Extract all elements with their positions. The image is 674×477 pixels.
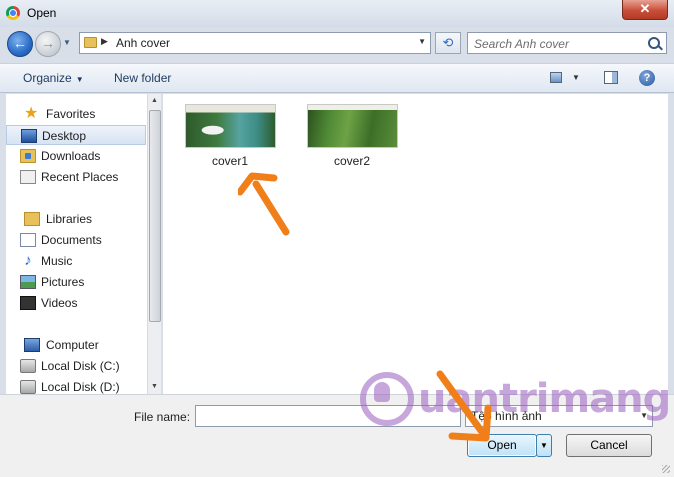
file-name-label[interactable]: cover1 bbox=[180, 154, 280, 168]
search-icon[interactable] bbox=[648, 37, 660, 49]
chrome-icon bbox=[6, 6, 20, 20]
cancel-button[interactable]: Cancel bbox=[566, 434, 652, 457]
file-thumbnail[interactable] bbox=[185, 104, 276, 148]
downloads-folder-icon bbox=[20, 149, 36, 163]
disk-icon bbox=[20, 380, 36, 394]
recent-places-icon bbox=[20, 170, 36, 184]
nav-item-documents[interactable]: Documents bbox=[6, 230, 146, 250]
close-button[interactable]: ✕ bbox=[622, 0, 668, 20]
annotation-arrow-icon bbox=[436, 370, 492, 442]
music-icon: ♪ bbox=[24, 252, 32, 269]
file-list[interactable]: cover1 cover2 bbox=[163, 94, 668, 394]
file-name-label[interactable]: cover2 bbox=[302, 154, 402, 168]
title-bar: Open ✕ bbox=[0, 0, 674, 27]
open-dialog: Open ✕ ← → ▼ ▶ Anh cover ▼ ⟲ Organize▼ N… bbox=[0, 0, 674, 477]
chevron-down-icon[interactable]: ▼ bbox=[640, 411, 648, 420]
nav-item-local-disk-c[interactable]: Local Disk (C:) bbox=[6, 356, 146, 376]
documents-icon bbox=[20, 233, 36, 247]
file-item-cover1[interactable]: cover1 bbox=[180, 104, 280, 174]
file-name-label: File name: bbox=[134, 410, 191, 424]
libraries-icon bbox=[24, 212, 40, 226]
star-icon: ★ bbox=[24, 105, 39, 122]
address-dropdown-icon[interactable]: ▼ bbox=[418, 37, 426, 46]
view-options-dropdown-icon[interactable]: ▼ bbox=[572, 73, 580, 82]
dialog-footer: File name: Tệp hình ảnh ▼ Open ▼ Cancel bbox=[0, 394, 674, 477]
forward-button[interactable]: → bbox=[35, 31, 61, 57]
search-box[interactable] bbox=[467, 32, 667, 54]
nav-item-pictures[interactable]: Pictures bbox=[6, 272, 146, 292]
scroll-up-icon[interactable]: ▲ bbox=[148, 94, 161, 108]
change-view-icon[interactable] bbox=[550, 72, 562, 83]
refresh-button[interactable]: ⟲ bbox=[435, 32, 461, 54]
disk-icon bbox=[20, 359, 36, 373]
pictures-icon bbox=[20, 275, 36, 289]
file-item-cover2[interactable]: cover2 bbox=[302, 104, 402, 174]
file-name-input[interactable] bbox=[195, 405, 461, 427]
search-input[interactable] bbox=[472, 35, 646, 53]
desktop-icon bbox=[21, 129, 37, 143]
nav-scrollbar[interactable]: ▲ ▼ bbox=[147, 94, 161, 394]
command-bar: Organize ▼ New folder ▼ ? bbox=[0, 63, 674, 93]
back-button[interactable]: ← bbox=[7, 31, 33, 57]
folder-icon bbox=[84, 37, 97, 48]
videos-icon bbox=[20, 296, 36, 310]
file-thumbnail[interactable] bbox=[307, 104, 398, 148]
nav-header-libraries[interactable]: Libraries bbox=[6, 209, 146, 229]
breadcrumb-current-folder[interactable]: Anh cover bbox=[116, 36, 170, 50]
nav-item-desktop[interactable]: Desktop bbox=[6, 125, 146, 145]
nav-item-downloads[interactable]: Downloads bbox=[6, 146, 146, 166]
nav-item-recent-places[interactable]: Recent Places bbox=[6, 167, 146, 187]
address-bar[interactable]: ▶ Anh cover ▼ bbox=[79, 32, 431, 54]
organize-label: Organize bbox=[23, 71, 72, 85]
address-row: ← → ▼ ▶ Anh cover ▼ ⟲ bbox=[0, 27, 674, 60]
annotation-arrow-icon bbox=[238, 172, 290, 236]
breadcrumb-chevron-icon[interactable]: ▶ bbox=[101, 36, 108, 47]
open-options-dropdown[interactable]: ▼ bbox=[536, 434, 552, 457]
navigation-pane[interactable]: ★ Favorites Desktop Downloads Recent Pla… bbox=[6, 94, 161, 394]
nav-item-music[interactable]: ♪ Music bbox=[6, 251, 146, 271]
recent-locations-dropdown[interactable]: ▼ bbox=[63, 38, 73, 48]
resize-grip-icon[interactable] bbox=[662, 465, 670, 473]
window-title: Open bbox=[27, 6, 57, 20]
new-folder-button[interactable]: New folder bbox=[114, 71, 171, 85]
preview-pane-icon[interactable] bbox=[604, 71, 618, 84]
scroll-thumb[interactable] bbox=[149, 110, 161, 322]
nav-header-favorites[interactable]: ★ Favorites bbox=[6, 104, 146, 124]
nav-header-computer[interactable]: Computer bbox=[6, 335, 146, 355]
help-icon[interactable]: ? bbox=[639, 70, 655, 86]
computer-icon bbox=[24, 338, 40, 352]
organize-button[interactable]: Organize ▼ bbox=[23, 71, 84, 85]
chevron-down-icon: ▼ bbox=[75, 75, 84, 84]
nav-item-videos[interactable]: Videos bbox=[6, 293, 146, 313]
scroll-down-icon[interactable]: ▼ bbox=[148, 380, 161, 394]
